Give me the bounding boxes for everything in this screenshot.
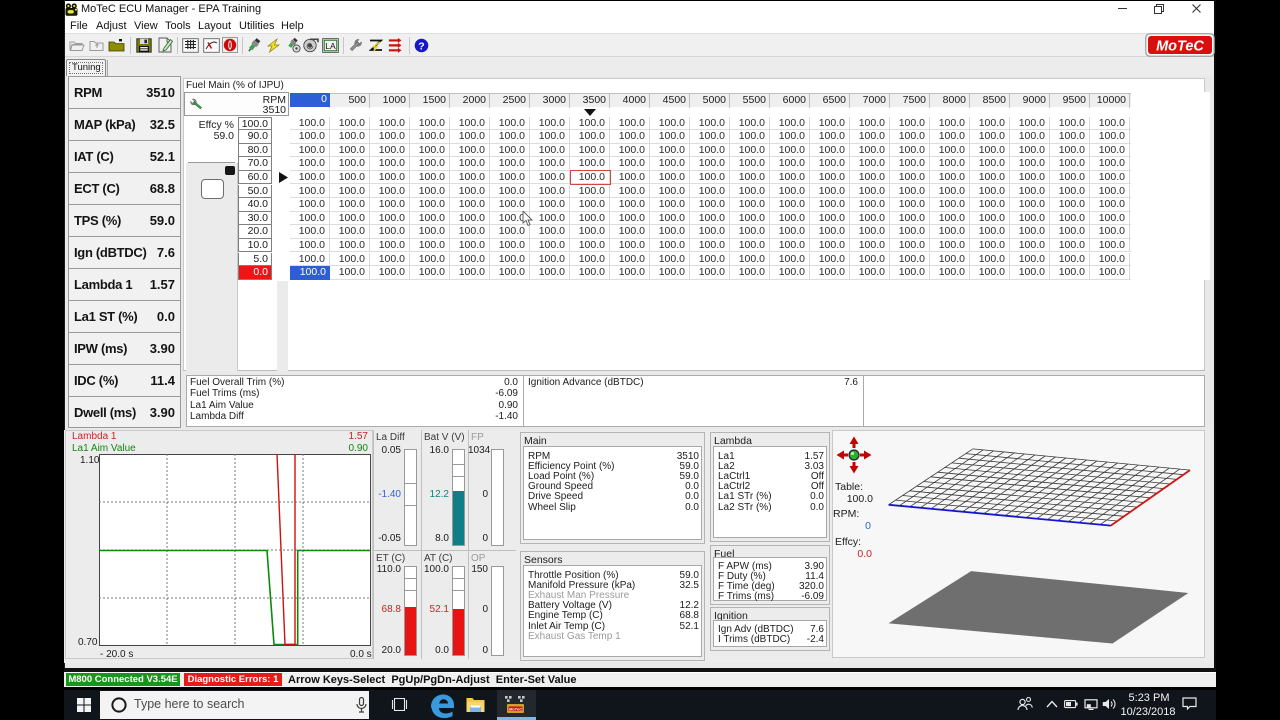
svg-text:MoTeC: MoTeC xyxy=(509,706,522,711)
svg-text:?: ? xyxy=(418,40,424,52)
svg-text:MoTeC: MoTeC xyxy=(1156,39,1204,55)
svg-text:LA: LA xyxy=(325,41,336,51)
